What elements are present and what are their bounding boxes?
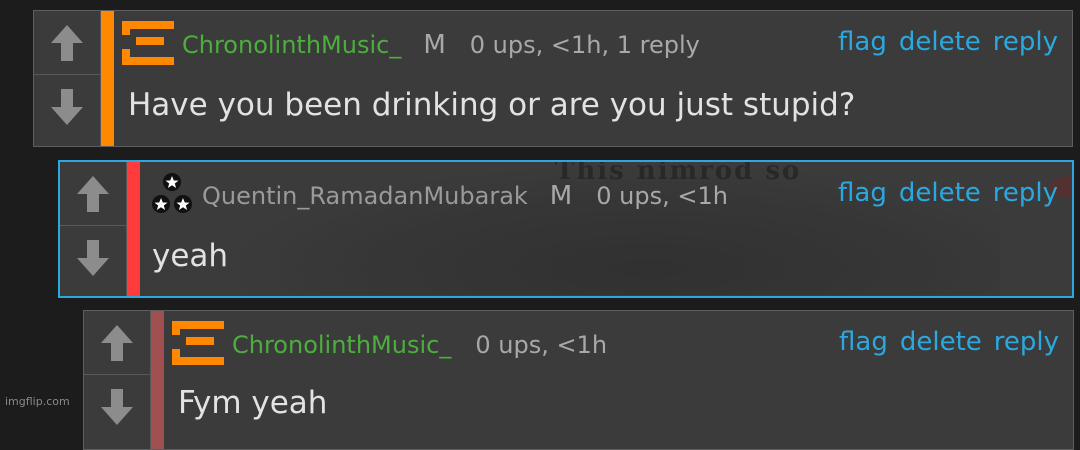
comment-header: ChronolinthMusic_ 0 ups, <1h	[172, 319, 607, 371]
arrow-up-icon	[77, 175, 109, 212]
comment: ChronolinthMusic_ M 0 ups, <1h, 1 reply …	[33, 10, 1073, 147]
vote-controls	[34, 11, 100, 146]
arrow-down-icon	[51, 89, 83, 125]
comment-accent-bar	[127, 162, 140, 296]
three-stars-icon	[150, 172, 194, 220]
username-link[interactable]: ChronolinthMusic_	[182, 31, 401, 59]
reply-link[interactable]: reply	[993, 27, 1058, 57]
upvote-button[interactable]	[84, 311, 150, 375]
comment-actions: flag delete reply	[838, 178, 1058, 208]
reply-link[interactable]: reply	[994, 327, 1059, 357]
username-link[interactable]: Quentin_RamadanMubarak	[202, 182, 528, 210]
orange-z-icon	[172, 319, 224, 371]
comment-actions: flag delete reply	[839, 327, 1059, 357]
comment-text: yeah	[152, 238, 229, 274]
reply-link[interactable]: reply	[993, 178, 1058, 208]
watermark: imgflip.com	[5, 395, 70, 408]
arrow-down-icon	[101, 389, 133, 425]
arrow-up-icon	[101, 324, 133, 361]
arrow-down-icon	[77, 240, 109, 276]
comment: This nimrod so Quentin_RamadanMubarak M …	[58, 160, 1074, 298]
mod-badge: M	[549, 181, 573, 211]
downvote-button[interactable]	[34, 75, 100, 139]
comment-meta: 0 ups, <1h	[475, 331, 608, 359]
comment-actions: flag delete reply	[838, 27, 1058, 57]
delete-link[interactable]: delete	[899, 27, 981, 57]
vote-controls	[84, 311, 150, 449]
comment-meta: 0 ups, <1h, 1 reply	[469, 31, 700, 59]
upvote-button[interactable]	[60, 162, 126, 226]
comment-accent-bar	[151, 311, 164, 449]
delete-link[interactable]: delete	[899, 178, 981, 208]
comment-text: Fym yeah	[178, 385, 328, 421]
downvote-button[interactable]	[84, 375, 150, 439]
comment: ChronolinthMusic_ 0 ups, <1h flag delete…	[83, 310, 1074, 450]
comment-text: Have you been drinking or are you just s…	[128, 87, 856, 123]
flag-link[interactable]: flag	[839, 327, 888, 357]
comment-header: ChronolinthMusic_ M 0 ups, <1h, 1 reply	[122, 19, 700, 71]
arrow-up-icon	[51, 24, 83, 61]
downvote-button[interactable]	[60, 226, 126, 290]
flag-link[interactable]: flag	[838, 27, 887, 57]
flag-link[interactable]: flag	[838, 178, 887, 208]
orange-z-icon	[122, 19, 174, 71]
mod-badge: M	[423, 30, 446, 60]
delete-link[interactable]: delete	[900, 327, 982, 357]
comment-meta: 0 ups, <1h	[596, 182, 728, 210]
vote-controls	[60, 162, 126, 296]
comment-accent-bar	[101, 11, 114, 146]
upvote-button[interactable]	[34, 11, 100, 75]
comment-header: Quentin_RamadanMubarak M 0 ups, <1h	[150, 170, 728, 222]
username-link[interactable]: ChronolinthMusic_	[232, 331, 451, 359]
